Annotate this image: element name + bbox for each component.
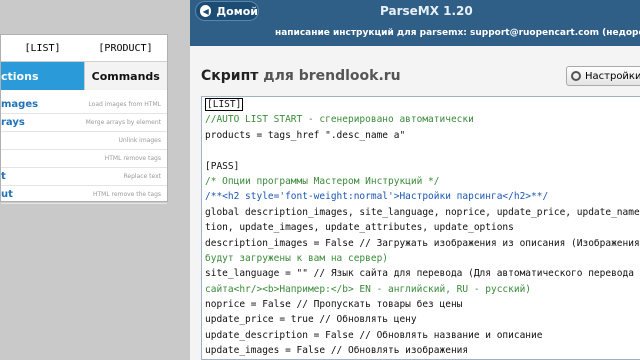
function-desc: Load images from HTML [88, 101, 161, 108]
list-item[interactable]: ut HTML remove the tags [1, 186, 167, 204]
function-desc: HTML remove tags [104, 155, 161, 162]
function-desc: Replace text [123, 173, 161, 180]
code-text: /**<h2 style='font-weight:normal'>Настро… [205, 191, 549, 203]
code-text: [PASS] [205, 160, 240, 172]
code-line: /**<h2 style='font-weight:normal'>Настро… [202, 189, 640, 204]
gear-icon [571, 71, 581, 81]
function-name: ut [1, 189, 13, 200]
home-label: Домой [216, 4, 258, 18]
list-item[interactable]: rays Merge arrays by element [1, 114, 167, 132]
function-desc: Unlink images [118, 137, 161, 144]
code-line: сайта<hr/><b>Например:</b> EN - английск… [202, 282, 640, 297]
code-text: products = tags_href ".desc_name a" [205, 129, 406, 141]
code-text: site_language = "" // Язык сайта для пер… [205, 268, 640, 280]
code-text: update_price = true // Обновлять цену [205, 314, 417, 326]
product-header[interactable]: [PRODUCT] [84, 35, 167, 61]
function-name: mages [1, 99, 39, 110]
code-line: //AUTO LIST START - сгенерировано автома… [202, 112, 640, 127]
app-title: ParseMX 1.20 [380, 4, 473, 18]
code-line: [PASS] [202, 159, 640, 174]
code-line: /* Опции программы Мастером Инструкций *… [202, 174, 640, 189]
code-line: update_price = true // Обновлять цену [202, 312, 640, 327]
list-item[interactable]: Unlink images [1, 132, 167, 150]
subtitle-text: написание инструкций для parsemx: suppor… [275, 28, 640, 38]
function-list: mages Load images from HTML rays Merge arr… [1, 90, 167, 204]
panel-header: [LIST] [PRODUCT] [1, 35, 167, 62]
function-name: rays [1, 117, 25, 128]
back-arrow-icon: ◀ [200, 5, 212, 17]
settings-button[interactable]: Настройки [566, 66, 640, 86]
code-text: description_images = False // Загружать … [205, 237, 640, 249]
function-desc: HTML remove the tags [92, 191, 161, 198]
code-text: tion, update_images, update_attributes, … [205, 222, 514, 234]
command-panel: [LIST] [PRODUCT] ctions Commands mages Lo… [0, 34, 168, 204]
list-item[interactable]: mages Load images from HTML [1, 96, 167, 114]
list-item[interactable]: HTML remove tags [1, 150, 167, 168]
function-desc: Merge arrays by element [85, 119, 161, 126]
code-line: update_images = False // Обновлять изобр… [202, 343, 640, 358]
script-site: для brendlook.ru [263, 68, 401, 84]
code-line: site_language = "" // Язык сайта для пер… [202, 266, 640, 281]
code-text: update_images = False // Обновлять изобр… [205, 345, 469, 357]
code-line: tion, update_images, update_attributes, … [202, 220, 640, 235]
code-line: description_images = False // Загружать … [202, 236, 640, 251]
page-title: Скрипт для brendlook.ru [201, 68, 401, 84]
code-text: [LIST] [205, 98, 244, 111]
code-line: global description_images, site_language… [202, 205, 640, 220]
settings-label: Настройки [585, 70, 640, 82]
code-line: products = tags_href ".desc_name a" [202, 128, 640, 143]
code-text: будут загружены к вам на сервер) [205, 252, 389, 264]
script-title: Скрипт [201, 68, 259, 84]
function-name: t [1, 171, 6, 182]
code-line: [LIST] [202, 97, 640, 112]
code-text: update_description = False // Обновлять … [205, 329, 543, 341]
code-line: будут загружены к вам на сервер) [202, 251, 640, 266]
panel-tabs: ctions Commands [1, 62, 167, 90]
code-text: noprice = False // Пропускать товары без… [205, 299, 463, 311]
code-line: update_description = False // Обновлять … [202, 328, 640, 343]
code-line: noprice = False // Пропускать товары без… [202, 297, 640, 312]
list-item[interactable]: t Replace text [1, 168, 167, 186]
code-text: //AUTO LIST START - сгенерировано автома… [205, 114, 474, 126]
tab-functions[interactable]: ctions [1, 62, 84, 90]
tab-commands[interactable]: Commands [83, 62, 167, 90]
code-editor[interactable]: [LIST] //AUTO LIST START - сгенерировано … [201, 96, 640, 360]
home-button[interactable]: ◀ Домой [195, 1, 259, 21]
code-text: /* Опции программы Мастером Инструкций *… [205, 175, 440, 187]
list-header[interactable]: [LIST] [1, 35, 84, 61]
code-text: сайта<hr/><b>Например:</b> EN - английск… [205, 283, 532, 295]
code-text: global description_images, site_language… [205, 206, 640, 218]
